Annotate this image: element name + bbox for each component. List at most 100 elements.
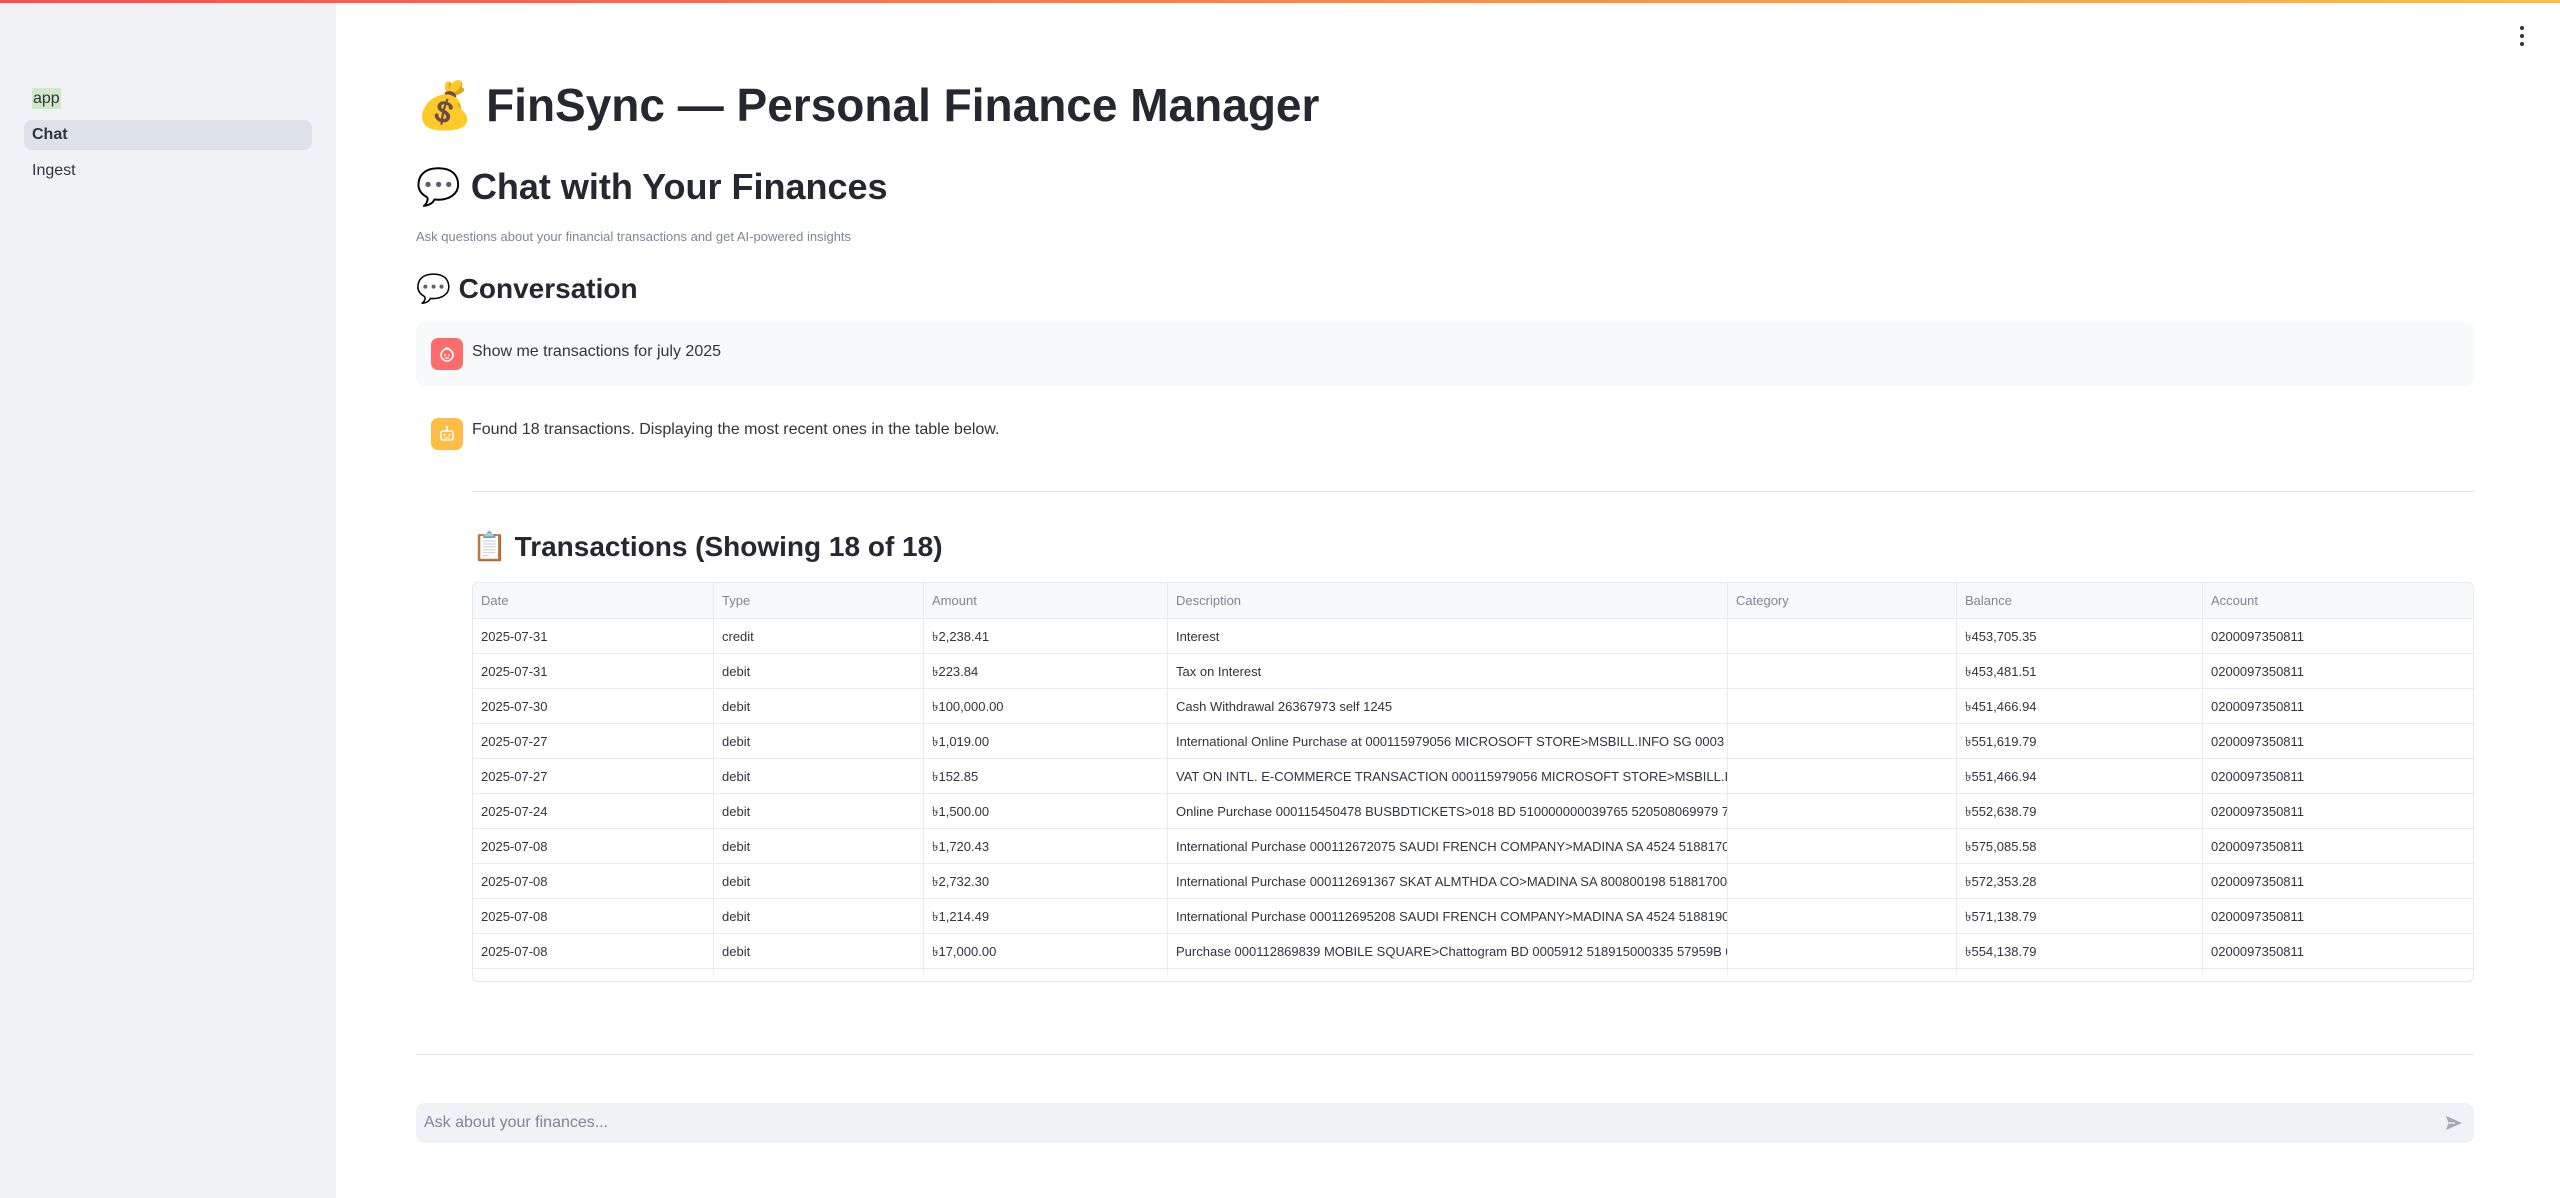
cell-category (1728, 619, 1957, 653)
chat-input-container (416, 1103, 2474, 1143)
cell-account: 0200097350811 (2211, 699, 2305, 714)
send-icon[interactable] (2444, 1113, 2464, 1133)
cell-type: debit (714, 654, 924, 688)
table-row[interactable]: 2025-07-31 credit ৳2,238.41 Interest ৳453,70… (473, 619, 2473, 654)
cell-account: 0200097350811 (2211, 664, 2305, 679)
page-caption: Ask questions about your financial trans… (416, 229, 852, 244)
column-header-amount[interactable]: Amount (924, 583, 1168, 618)
cell-balance: ৳554,138.79 (1957, 934, 2203, 968)
cell-description: Cash Withdrawal 26367973 self 1245 (1168, 689, 1728, 723)
cell-account: 0200097350811 (2211, 944, 2305, 959)
kebab-menu-icon[interactable] (2516, 26, 2528, 46)
table-row[interactable]: 2025-07-08 debit ৳1,214.49 International Pu… (473, 899, 2473, 934)
sidebar: app Chat Ingest (0, 0, 336, 1198)
cell-balance: ৳453,705.35 (1957, 619, 2203, 653)
cell-date: 2025-07-24 (473, 794, 714, 828)
cell-date: 2025-07-08 (473, 934, 714, 968)
table-row[interactable]: 2025-07-08 debit ৳17,000.00 Purchase 000112… (473, 934, 2473, 969)
cell-date: 2025-07-08 (473, 864, 714, 898)
table-row[interactable]: 2025-07-27 debit ৳152.85 VAT ON INTL. E-COM… (473, 759, 2473, 794)
cell-description: Online Purchase 000115450478 BUSBDTICKET… (1168, 794, 1728, 828)
cell-date: 2025-07-27 (473, 724, 714, 758)
cell-amount: ৳1,019.00 (924, 724, 1168, 758)
cell-category (1728, 934, 1957, 968)
table-row[interactable]: 2025-07-08 debit ৳2,732.30 International Pu… (473, 864, 2473, 899)
user-face-icon (431, 338, 463, 370)
cell-type: debit (714, 829, 924, 863)
cell-amount: ৳2,238.41 (924, 619, 1168, 653)
cell-type: debit (714, 899, 924, 933)
cell-category (1728, 759, 1957, 793)
cell-date: 2025-07-08 (473, 829, 714, 863)
page-subtitle-text: Chat with Your Finances (470, 166, 888, 207)
column-header-type[interactable]: Type (714, 583, 924, 618)
speech-bubble-icon: 💬 (416, 272, 451, 305)
table-row[interactable]: 2025-07-31 debit ৳223.84 Tax on Interest ৳45… (473, 654, 2473, 689)
cell-date: 2025-07-31 (473, 619, 714, 653)
cell-category (1728, 724, 1957, 758)
divider (416, 1054, 2474, 1055)
table-header-row: Date Type Amount Description Category Ba… (473, 583, 2473, 619)
cell-type: debit (714, 724, 924, 758)
cell-amount: ৳1,720.43 (924, 829, 1168, 863)
cell-category (1728, 864, 1957, 898)
cell-type: debit (714, 794, 924, 828)
cell-amount: ৳223.84 (924, 654, 1168, 688)
assistant-message-text: Found 18 transactions. Displaying the mo… (472, 421, 1000, 438)
column-header-date[interactable]: Date (473, 583, 714, 618)
table-row[interactable]: 2025-07-24 debit ৳1,500.00 Online Purchase … (473, 794, 2473, 829)
cell-account: 0200097350811 (2211, 734, 2305, 749)
cell-date: 2025-07-27 (473, 759, 714, 793)
cell-category (1728, 794, 1957, 828)
table-row[interactable]: 2025-07-27 debit ৳1,019.00 International On… (473, 724, 2473, 759)
cell-category (1728, 654, 1957, 688)
cell-type: credit (714, 619, 924, 653)
sidebar-item-ingest[interactable]: Ingest (24, 156, 312, 186)
cell-amount: ৳100,000.00 (924, 689, 1168, 723)
cell-type: debit (714, 864, 924, 898)
column-header-balance[interactable]: Balance (1957, 583, 2203, 618)
cell-type: debit (714, 759, 924, 793)
section-heading-text: Conversation (458, 273, 638, 304)
cell-account: 0200097350811 (2211, 874, 2305, 889)
sidebar-item-label: Chat (32, 126, 68, 143)
cell-account: 0200097350811 (2211, 909, 2305, 924)
column-header-category[interactable]: Category (1728, 583, 1957, 618)
user-message-text: Show me transactions for july 2025 (472, 343, 722, 360)
cell-account: 0200097350811 (2211, 769, 2305, 784)
table-scroll-fade (473, 969, 2473, 981)
top-accent-bar (0, 0, 2560, 3)
cell-balance: ৳552,638.79 (1957, 794, 2203, 828)
table-title: 📋 Transactions (Showing 18 of 18) (472, 530, 943, 563)
table-row[interactable]: 2025-07-08 debit ৳1,720.43 International Pu… (473, 829, 2473, 864)
cell-description: International Purchase 000112695208 SAUD… (1168, 899, 1728, 933)
table-title-text: Transactions (Showing 18 of 18) (514, 531, 943, 562)
column-header-description[interactable]: Description (1168, 583, 1728, 618)
chat-input[interactable] (424, 1103, 2404, 1143)
transactions-table[interactable]: Date Type Amount Description Category Ba… (472, 582, 2474, 982)
cell-date: 2025-07-08 (473, 899, 714, 933)
cell-amount: ৳1,500.00 (924, 794, 1168, 828)
sidebar-item-app[interactable]: app (24, 84, 312, 114)
cell-amount: ৳17,000.00 (924, 934, 1168, 968)
cell-balance: ৳551,619.79 (1957, 724, 2203, 758)
column-header-account[interactable]: Account (2203, 583, 2473, 618)
robot-icon (431, 418, 463, 450)
section-heading: 💬 Conversation (416, 272, 638, 305)
sidebar-item-chat[interactable]: Chat (24, 120, 312, 150)
cell-balance: ৳451,466.94 (1957, 689, 2203, 723)
cell-date: 2025-07-30 (473, 689, 714, 723)
cell-account: 0200097350811 (2211, 629, 2305, 644)
page-subtitle: 💬 Chat with Your Finances (416, 166, 888, 208)
table-row[interactable]: 2025-07-30 debit ৳100,000.00 Cash Withdrawa… (473, 689, 2473, 724)
cell-category (1728, 899, 1957, 933)
cell-description: Tax on Interest (1168, 654, 1728, 688)
clipboard-icon: 📋 (472, 530, 507, 563)
cell-category (1728, 829, 1957, 863)
cell-amount: ৳1,214.49 (924, 899, 1168, 933)
cell-date: 2025-07-31 (473, 654, 714, 688)
cell-description: Purchase 000112869839 MOBILE SQUARE>Chat… (1168, 934, 1728, 968)
divider (472, 491, 2474, 492)
sidebar-nav: app Chat Ingest (24, 84, 312, 192)
cell-description: Interest (1168, 619, 1728, 653)
